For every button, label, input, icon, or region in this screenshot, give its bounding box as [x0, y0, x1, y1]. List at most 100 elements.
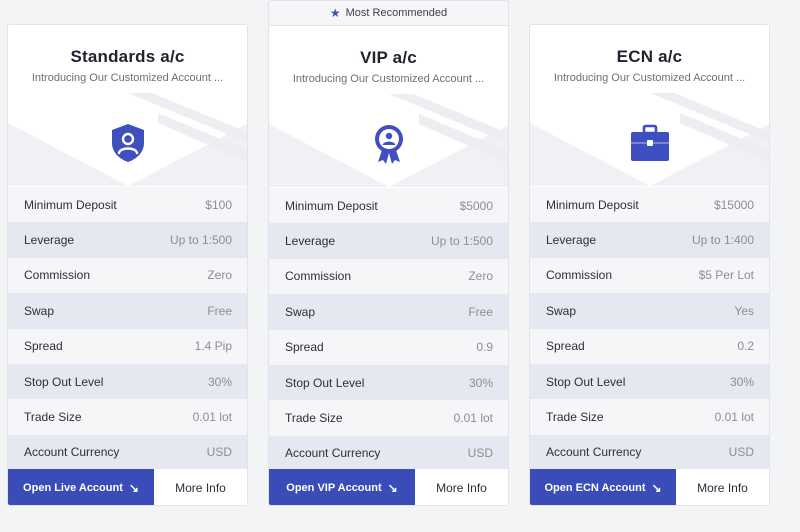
row-account-currency: Account Currency USD	[269, 435, 508, 472]
badge-label: Most Recommended	[345, 7, 448, 19]
row-label: Commission	[285, 269, 352, 284]
row-value: 0.01 lot	[714, 410, 754, 425]
more-info-button[interactable]: More Info	[676, 469, 769, 505]
row-stop-out-level: Stop Out Level 30%	[8, 363, 247, 400]
row-label: Stop Out Level	[546, 374, 626, 389]
row-label: Leverage	[24, 233, 75, 248]
arrow-down-right-icon: ↘	[387, 481, 398, 495]
row-value: $5 Per Lot	[698, 268, 754, 283]
row-label: Minimum Deposit	[546, 197, 639, 212]
account-card-ecn: ECN a/c Introducing Our Customized Accou…	[529, 24, 770, 506]
row-label: Spread	[285, 340, 324, 355]
card-subtitle: Introducing Our Customized Account ...	[31, 72, 224, 84]
card-subtitle: Introducing Our Customized Account ...	[292, 73, 485, 85]
row-commission: Commission Zero	[269, 258, 508, 295]
row-label: Trade Size	[24, 410, 82, 425]
card-title: Standards a/c	[70, 47, 185, 66]
row-value: Yes	[734, 303, 754, 318]
row-value: $100	[205, 197, 232, 212]
feature-table: Minimum Deposit $5000 Leverage Up to 1:500…	[269, 188, 508, 472]
row-value: 30%	[207, 374, 232, 389]
row-value: Up to 1:400	[691, 233, 754, 248]
row-label: Leverage	[546, 233, 597, 248]
row-leverage: Leverage Up to 1:400	[530, 222, 769, 258]
row-value: Up to 1:500	[430, 234, 493, 249]
star-icon: ★	[329, 6, 341, 20]
open-ecn-account-button[interactable]: Open ECN Account ↘	[530, 469, 676, 505]
row-label: Account Currency	[546, 445, 642, 460]
card-title: ECN a/c	[616, 47, 683, 66]
row-label: Swap	[285, 304, 316, 319]
award-badge-icon	[367, 122, 411, 166]
row-trade-size: Trade Size 0.01 lot	[8, 399, 247, 435]
row-spread: Spread 0.9	[269, 329, 508, 365]
card-subtitle: Introducing Our Customized Account ...	[553, 72, 746, 84]
row-value: Zero	[207, 268, 232, 283]
button-label: Open VIP Account	[286, 482, 382, 494]
row-value: Up to 1:500	[169, 233, 232, 248]
row-minimum-deposit: Minimum Deposit $100	[8, 187, 247, 223]
row-leverage: Leverage Up to 1:500	[8, 222, 247, 258]
row-value: 30%	[468, 375, 493, 390]
row-spread: Spread 0.2	[530, 328, 769, 364]
card-actions: Open ECN Account ↘ More Info	[530, 469, 769, 505]
row-label: Account Currency	[24, 445, 120, 460]
row-account-currency: Account Currency USD	[530, 434, 769, 471]
row-swap: Swap Free	[269, 294, 508, 330]
row-commission: Commission $5 Per Lot	[530, 257, 769, 294]
row-label: Minimum Deposit	[285, 198, 378, 213]
open-vip-account-button[interactable]: Open VIP Account ↘	[269, 469, 415, 505]
row-value: USD	[467, 446, 493, 461]
row-label: Account Currency	[285, 446, 381, 461]
row-label: Swap	[24, 303, 55, 318]
row-swap: Swap Yes	[530, 293, 769, 329]
most-recommended-badge: ★ Most Recommended	[269, 1, 508, 25]
row-account-currency: Account Currency USD	[8, 434, 247, 471]
row-value: 0.01 lot	[192, 410, 232, 425]
more-info-button[interactable]: More Info	[415, 469, 508, 505]
row-value: 0.01 lot	[453, 411, 493, 426]
row-label: Stop Out Level	[24, 374, 104, 389]
row-value: $5000	[459, 198, 493, 213]
row-value: 0.9	[476, 340, 493, 355]
card-title: VIP a/c	[360, 48, 417, 67]
row-label: Trade Size	[546, 410, 604, 425]
arrow-down-right-icon: ↘	[651, 481, 662, 495]
row-value: Zero	[468, 269, 493, 284]
button-label: Open ECN Account	[544, 482, 646, 494]
row-label: Commission	[24, 268, 91, 283]
button-label: Open Live Account	[23, 482, 123, 494]
row-label: Leverage	[285, 234, 336, 249]
open-live-account-button[interactable]: Open Live Account ↘	[8, 469, 154, 505]
row-value: 30%	[729, 374, 754, 389]
row-value: Free	[468, 304, 493, 319]
row-minimum-deposit: Minimum Deposit $5000	[269, 188, 508, 224]
more-info-button[interactable]: More Info	[154, 469, 247, 505]
account-card-vip: ★ Most Recommended VIP a/c Introducing O…	[268, 0, 509, 506]
row-label: Spread	[24, 339, 63, 354]
shield-user-icon	[106, 121, 150, 165]
card-actions: Open VIP Account ↘ More Info	[269, 469, 508, 505]
row-trade-size: Trade Size 0.01 lot	[530, 399, 769, 435]
account-card-standards: Standards a/c Introducing Our Customized…	[7, 24, 248, 506]
feature-table: Minimum Deposit $15000 Leverage Up to 1:40…	[530, 187, 769, 471]
row-value: 0.2	[737, 339, 754, 354]
row-value: $15000	[713, 197, 754, 212]
row-value: 1.4 Pip	[194, 339, 232, 354]
row-stop-out-level: Stop Out Level 30%	[530, 363, 769, 400]
row-commission: Commission Zero	[8, 257, 247, 294]
row-minimum-deposit: Minimum Deposit $15000	[530, 187, 769, 223]
row-label: Swap	[546, 303, 577, 318]
row-stop-out-level: Stop Out Level 30%	[269, 364, 508, 401]
row-trade-size: Trade Size 0.01 lot	[269, 400, 508, 436]
arrow-down-right-icon: ↘	[128, 481, 139, 495]
card-actions: Open Live Account ↘ More Info	[8, 469, 247, 505]
row-leverage: Leverage Up to 1:500	[269, 223, 508, 259]
row-label: Minimum Deposit	[24, 197, 117, 212]
row-label: Trade Size	[285, 411, 343, 426]
row-spread: Spread 1.4 Pip	[8, 328, 247, 364]
row-label: Commission	[546, 268, 613, 283]
row-value: Free	[207, 303, 232, 318]
row-label: Stop Out Level	[285, 375, 365, 390]
feature-table: Minimum Deposit $100 Leverage Up to 1:500 …	[8, 187, 247, 471]
